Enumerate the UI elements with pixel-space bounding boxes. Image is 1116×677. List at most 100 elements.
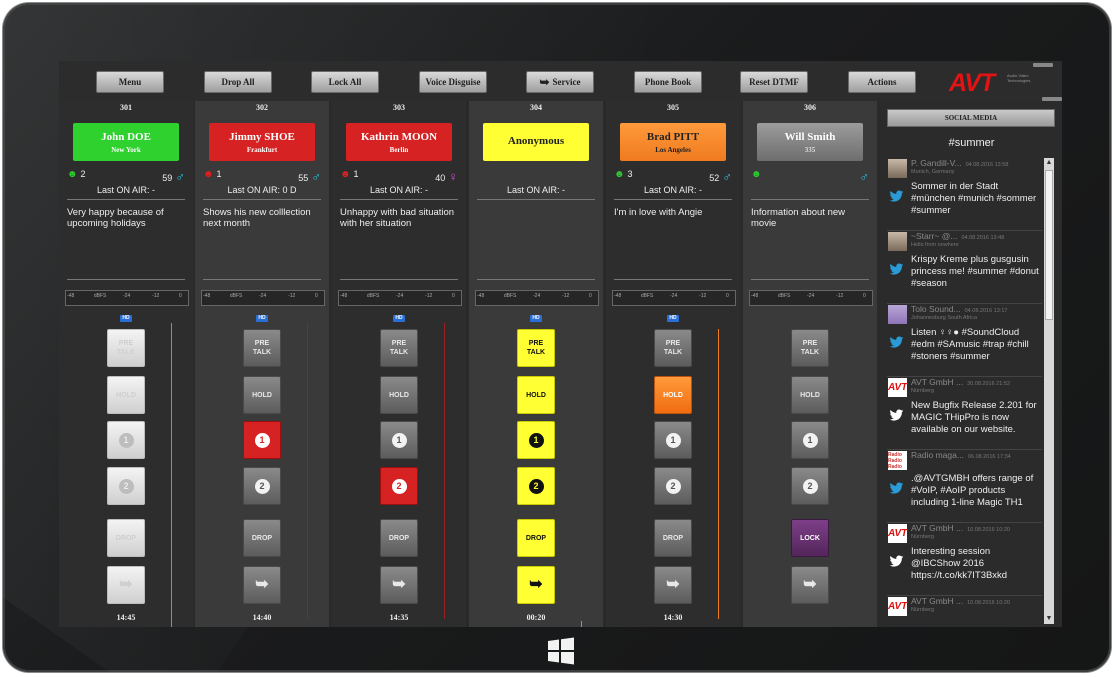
hold-button[interactable]: HOLD	[107, 376, 145, 414]
hold-button[interactable]: HOLD	[791, 376, 829, 414]
scroll-thumb[interactable]	[1045, 170, 1053, 320]
hd-badge: HD	[393, 315, 405, 322]
caller-age: 59	[162, 173, 173, 183]
avatar	[888, 159, 907, 178]
phone-book-button[interactable]: Phone Book	[634, 71, 702, 93]
line-number: 306	[804, 103, 816, 112]
drop-button[interactable]: DROP	[517, 519, 555, 557]
forward-button[interactable]: ➥	[791, 566, 829, 604]
drop-label: DROP	[115, 534, 137, 542]
avatar	[888, 232, 907, 251]
hold-button[interactable]: HOLD	[380, 376, 418, 414]
scroll-up-icon[interactable]: ▲	[1044, 158, 1054, 168]
line2-button[interactable]: 2	[654, 467, 692, 505]
drop-button[interactable]: DROP	[380, 519, 418, 557]
line1-button[interactable]: 1	[107, 421, 145, 459]
line1-button[interactable]: 1	[380, 421, 418, 459]
drop-label: DROP	[251, 534, 273, 542]
line2-button[interactable]: 2	[243, 467, 281, 505]
line2-button[interactable]: 2	[791, 467, 829, 505]
tweet-date: 10.08.2016 10:20	[967, 600, 1010, 606]
service-button[interactable]: ➥ Service	[526, 71, 594, 93]
mood-count: ☻ 2	[67, 169, 86, 180]
hold-button[interactable]: HOLD	[517, 376, 555, 414]
app-screen: Menu Drop All Lock All Voice Disguise ➥ S…	[59, 61, 1062, 627]
hold-label: HOLD	[526, 391, 546, 399]
divider	[751, 199, 869, 200]
drop-all-button[interactable]: Drop All	[204, 71, 272, 93]
voice-disguise-button[interactable]: Voice Disguise	[419, 71, 487, 93]
level-indicator-line	[444, 323, 445, 619]
tweet-item[interactable]: P. Gandill-V... 04.08.2016 13:58 Munich, G…	[887, 158, 1042, 231]
tweet-item[interactable]: AVT AVT GmbH ... 30.08.2016 21:52 Nürnberg N…	[887, 377, 1042, 450]
hold-button[interactable]: HOLD	[243, 376, 281, 414]
caller-comment: Very happy because of upcoming holidays	[67, 207, 164, 229]
scroll-down-icon[interactable]: ▼	[1044, 614, 1054, 624]
tweet-item[interactable]: ~Starr~ @... 04.08.2016 13:48 Hello from n…	[887, 231, 1042, 304]
tweet-author: P. Gandill-V... 04.08.2016 13:58	[911, 158, 1008, 168]
tweet-item[interactable]: AVT AVT GmbH ... 10.08.2016 10:20 Nürnberg I…	[887, 523, 1042, 596]
drop-button[interactable]: DROP	[654, 519, 692, 557]
meter-tick: -12	[562, 293, 570, 299]
tweet-list[interactable]: P. Gandill-V... 04.08.2016 13:58 Munich, G…	[887, 158, 1042, 624]
line2-button[interactable]: 2	[107, 467, 145, 505]
hd-badge: HD	[530, 315, 542, 322]
last-on-air: Last ON AIR: 0 D	[227, 185, 297, 195]
pretalk-button[interactable]: PRE TALK	[517, 329, 555, 367]
call-duration: 00:20	[526, 613, 546, 622]
caller-card[interactable]: Kathrin MOON Berlin	[346, 123, 452, 161]
line1-button[interactable]: 1	[654, 421, 692, 459]
actions-button[interactable]: Actions	[848, 71, 916, 93]
line2-button[interactable]: 2	[517, 467, 555, 505]
windows-logo-icon[interactable]	[546, 636, 576, 666]
mood-count: ☻ 1	[203, 169, 222, 180]
tweet-scrollbar[interactable]: ▲ ▼	[1044, 158, 1054, 624]
caller-card[interactable]: John DOE New York	[73, 123, 179, 161]
minimize-handle[interactable]	[1033, 63, 1053, 67]
lock-button[interactable]: LOCK	[791, 519, 829, 557]
twitter-bird-icon	[889, 409, 904, 421]
pretalk-button[interactable]: PRE TALK	[380, 329, 418, 367]
reset-dtmf-button[interactable]: Reset DTMF	[740, 71, 808, 93]
line-number: 303	[393, 103, 405, 112]
lock-all-button[interactable]: Lock All	[311, 71, 379, 93]
line-number-icon: 2	[802, 478, 818, 494]
meter-tick: dBFS	[366, 293, 380, 299]
pretalk-button[interactable]: PRE TALK	[243, 329, 281, 367]
caller-card[interactable]: Jimmy SHOE Frankfurt	[209, 123, 315, 161]
forward-button[interactable]: ➥	[654, 566, 692, 604]
pretalk-button[interactable]: PRE TALK	[791, 329, 829, 367]
tweet-text: .@AVTGMBH offers range of #VoIP, #AoIP p…	[911, 473, 1034, 508]
meter-tick: -48	[477, 293, 485, 299]
tweet-item[interactable]: Tolo Sound... 04.08.2016 13:17 Johannesbur…	[887, 304, 1042, 377]
tweet-user: AVT GmbH ...	[911, 596, 964, 606]
drop-button[interactable]: DROP	[243, 519, 281, 557]
caller-city: 335	[804, 145, 816, 154]
line1-button[interactable]: 1	[243, 421, 281, 459]
tweet-item[interactable]: AVT AVT GmbH ... 10.08.2016 10:20 Nürnberg	[887, 596, 1042, 624]
hold-button[interactable]: HOLD	[654, 376, 692, 414]
caller-card[interactable]: Anonymous	[483, 123, 589, 161]
logo-tagline: Audio Video Technologies	[1007, 73, 1031, 83]
menu-button[interactable]: Menu	[96, 71, 164, 93]
line1-button[interactable]: 1	[517, 421, 555, 459]
forward-button[interactable]: ➥	[380, 566, 418, 604]
hold-label: HOLD	[800, 391, 820, 399]
forward-button[interactable]: ➥	[517, 566, 555, 604]
line2-button[interactable]: 2	[380, 467, 418, 505]
last-on-air: Last ON AIR: -	[643, 185, 703, 195]
forward-button[interactable]: ➥	[243, 566, 281, 604]
caller-card[interactable]: Will Smith 335	[757, 123, 863, 161]
line-column-302: 302 Jimmy SHOE Frankfurt ☻ 1 55 ♂ Last ON AIR: …	[195, 101, 329, 627]
caller-card[interactable]: Brad PITT Los Angeles	[620, 123, 726, 161]
drop-button[interactable]: DROP	[107, 519, 145, 557]
pretalk-button[interactable]: PRE TALK	[654, 329, 692, 367]
social-media-header[interactable]: SOCIAL MEDIA	[887, 109, 1055, 127]
forward-button[interactable]: ➥	[107, 566, 145, 604]
tweet-text: Krispy Kreme plus gusgusin princess me! …	[911, 254, 1039, 289]
line1-button[interactable]: 1	[791, 421, 829, 459]
line-number-icon: 2	[665, 478, 681, 494]
tweet-item[interactable]: Radio Radio Radio Radio maga... 06.08.2016 1…	[887, 450, 1042, 523]
pretalk-button[interactable]: PRE TALK	[107, 329, 145, 367]
tweet-author: Tolo Sound... 04.08.2016 13:17	[911, 304, 1007, 314]
